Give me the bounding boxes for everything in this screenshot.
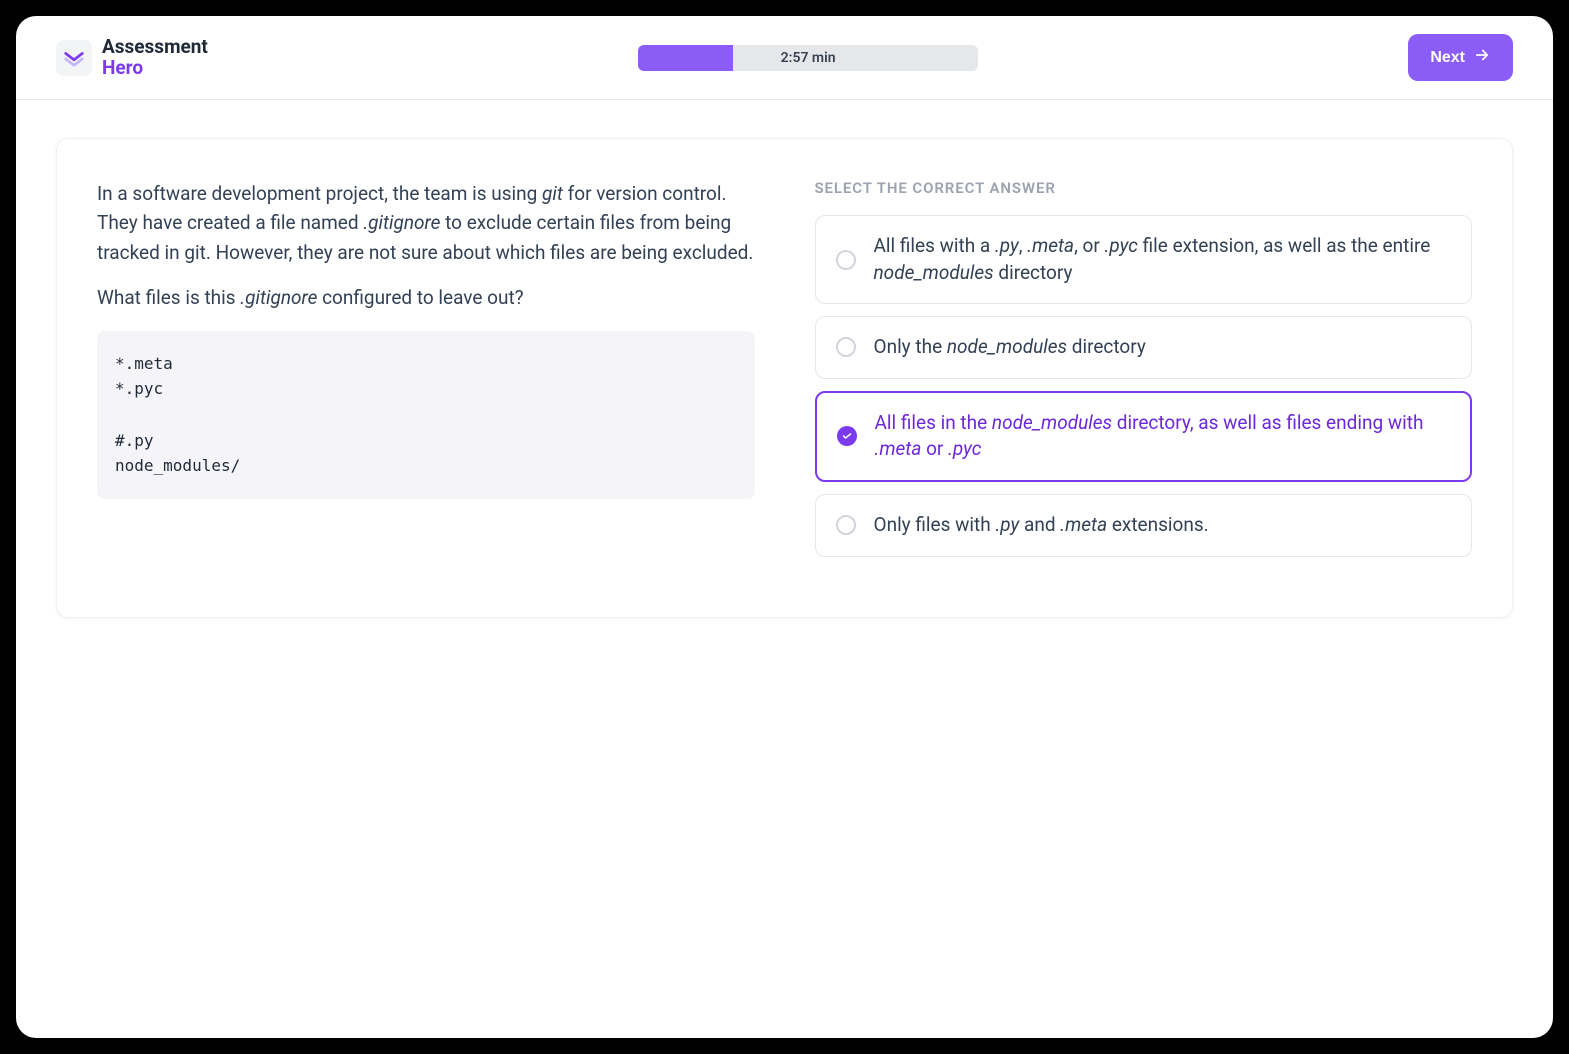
logo: Assessment Hero (56, 37, 208, 79)
text-fragment: All files in the (875, 411, 992, 434)
option-text: Only the node_modules directory (874, 334, 1452, 361)
text-fragment: , (1019, 234, 1027, 257)
answer-option-3[interactable]: Only files with .py and .meta extensions… (815, 494, 1473, 557)
answer-option-2[interactable]: All files in the node_modules directory,… (815, 391, 1473, 482)
code-block: *.meta *.pyc #.py node_modules/ (97, 331, 755, 499)
text-fragment: and (1019, 513, 1060, 536)
text-fragment: file extension, as well as the entire (1138, 234, 1430, 257)
text-fragment: configured to leave out? (317, 286, 523, 309)
text-fragment: .gitignore (363, 211, 440, 234)
next-button-label: Next (1430, 49, 1465, 67)
text-fragment: extensions. (1107, 513, 1209, 536)
question-card: In a software development project, the t… (56, 138, 1513, 618)
text-fragment: .py (995, 513, 1019, 536)
brand-text: Assessment Hero (102, 37, 208, 79)
text-fragment: .meta (1027, 234, 1074, 257)
text-fragment: .gitignore (240, 286, 317, 309)
answers-block: SELECT THE CORRECT ANSWER All files with… (815, 179, 1473, 569)
text-fragment: directory (1067, 335, 1146, 358)
question-block: In a software development project, the t… (97, 179, 755, 569)
brand-icon (56, 40, 92, 76)
arrow-right-icon (1473, 46, 1491, 69)
answer-option-0[interactable]: All files with a .py, .meta, or .pyc fil… (815, 215, 1473, 304)
text-fragment: node_modules (992, 411, 1112, 434)
app-frame: Assessment Hero 2:57 min Next In a softw… (16, 16, 1553, 1038)
text-fragment: In a software development project, the t… (97, 182, 542, 205)
progress-fill (638, 45, 733, 71)
brand-line1: Assessment (102, 37, 208, 58)
option-text: All files in the node_modules directory,… (875, 410, 1451, 463)
text-fragment: node_modules (874, 261, 994, 284)
header: Assessment Hero 2:57 min Next (16, 16, 1553, 100)
text-fragment: Only the (874, 335, 947, 358)
radio-indicator (836, 250, 856, 270)
question-paragraph-1: In a software development project, the t… (97, 179, 755, 267)
text-fragment: directory, as well as files ending with (1112, 411, 1423, 434)
text-fragment: .meta (875, 437, 922, 460)
text-fragment: .pyc (948, 437, 981, 460)
radio-indicator (836, 337, 856, 357)
radio-indicator (837, 426, 857, 446)
next-button[interactable]: Next (1408, 34, 1513, 81)
option-text: Only files with .py and .meta extensions… (874, 512, 1452, 539)
text-fragment: directory (994, 261, 1073, 284)
text-fragment: What files is this (97, 286, 240, 309)
text-fragment: git (542, 182, 563, 205)
options-container: All files with a .py, .meta, or .pyc fil… (815, 215, 1473, 557)
text-fragment: .py (995, 234, 1019, 257)
text-fragment: node_modules (947, 335, 1067, 358)
text-fragment: All files with a (874, 234, 995, 257)
text-fragment: .pyc (1105, 234, 1138, 257)
timer-text: 2:57 min (781, 50, 836, 66)
brand-line2: Hero (102, 58, 208, 79)
question-paragraph-2: What files is this .gitignore configured… (97, 283, 755, 312)
text-fragment: , or (1074, 234, 1104, 257)
answer-option-1[interactable]: Only the node_modules directory (815, 316, 1473, 379)
option-text: All files with a .py, .meta, or .pyc fil… (874, 233, 1452, 286)
text-fragment: .meta (1060, 513, 1107, 536)
radio-indicator (836, 515, 856, 535)
answers-heading: SELECT THE CORRECT ANSWER (815, 179, 1473, 197)
text-fragment: or (921, 437, 948, 460)
text-fragment: Only files with (874, 513, 996, 536)
content: In a software development project, the t… (16, 100, 1553, 656)
progress-bar: 2:57 min (638, 45, 978, 71)
